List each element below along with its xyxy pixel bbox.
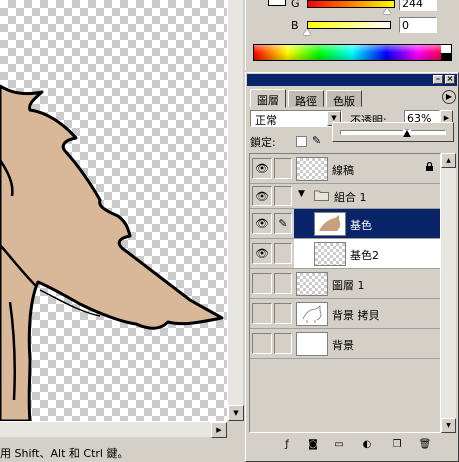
fox-thumbnail-icon	[319, 215, 341, 231]
minimize-icon[interactable]: –	[433, 75, 443, 84]
adjustment-layer-icon[interactable]: ◐	[360, 438, 374, 452]
trash-icon[interactable]: 🗑	[418, 438, 432, 452]
lock-transparency-checkbox[interactable]	[296, 136, 307, 147]
scroll-up-button[interactable]: ▲	[441, 153, 456, 168]
group-name: 組合 1	[334, 191, 367, 204]
blue-channel-bar[interactable]	[307, 21, 391, 29]
brush-icon[interactable]: ✎	[274, 213, 292, 234]
layer-style-icon[interactable]: ƒ	[280, 438, 294, 452]
opacity-slider-track[interactable]	[340, 130, 446, 135]
color-row-b: B 0	[246, 17, 459, 35]
lock-icon	[426, 162, 433, 171]
eye-cell-hidden[interactable]	[252, 273, 272, 294]
link-cell[interactable]	[274, 186, 292, 206]
layer-thumbnail	[314, 242, 346, 266]
layer-list: 👁 線稿 👁 ▼ 組合 1 👁 ✎ 基色 👁 基色2 圖層 1 背景 拷貝 背景	[249, 153, 441, 433]
layer-row-lineart[interactable]: 👁 線稿	[250, 154, 440, 184]
tab-channels[interactable]: 色版	[326, 90, 362, 108]
layer-thumbnail	[296, 157, 328, 181]
status-bar: 用 Shift、Alt 和 Ctrl 鍵。	[0, 442, 243, 462]
status-text: 用 Shift、Alt 和 Ctrl 鍵。	[0, 447, 129, 460]
blend-mode-select[interactable]: 正常 ▼	[250, 110, 342, 127]
opacity-slider-thumb[interactable]	[402, 129, 411, 137]
blend-mode-value: 正常	[255, 114, 277, 127]
scroll-right-button[interactable]: ▶	[211, 422, 227, 438]
color-spectrum-bar[interactable]	[253, 44, 452, 61]
layer-row-layer1[interactable]: 圖層 1	[250, 269, 440, 299]
color-row-g: G 244	[246, 0, 459, 14]
layer-thumbnail	[296, 302, 328, 326]
layer-name: 圖層 1	[332, 279, 365, 292]
layer-name: 基色2	[350, 249, 379, 262]
foreground-swatch[interactable]	[268, 0, 286, 6]
layer-row-background[interactable]: 背景	[250, 329, 440, 359]
color-panel: G 244 B 0	[245, 0, 459, 70]
close-icon[interactable]: ×	[445, 75, 455, 84]
new-layer-icon[interactable]: ❐	[390, 438, 404, 452]
channel-letter-b: B	[291, 19, 299, 32]
eye-cell-hidden[interactable]	[252, 333, 272, 354]
channel-letter-g: G	[291, 0, 300, 10]
layer-thumbnail	[296, 332, 328, 356]
scroll-down-button[interactable]: ▼	[228, 405, 244, 421]
layer-name: 線稿	[332, 164, 354, 177]
scrollbar-corner	[227, 421, 243, 437]
link-cell[interactable]	[274, 243, 292, 264]
lock-brush-icon[interactable]: ✎	[312, 134, 321, 147]
sketch-thumbnail-icon	[302, 305, 322, 323]
link-cell[interactable]	[274, 273, 292, 294]
expand-triangle-icon[interactable]: ▼	[298, 189, 305, 199]
layer-name: 背景 拷貝	[332, 309, 380, 322]
palette-menu-button[interactable]: ▶	[442, 90, 456, 104]
green-channel-bar[interactable]	[307, 0, 395, 8]
tab-layers[interactable]: 圖層	[250, 89, 286, 108]
folder-icon	[314, 190, 329, 201]
new-group-icon[interactable]: ▭	[332, 438, 346, 452]
eye-icon[interactable]: 👁	[252, 213, 272, 234]
layer-row-basecolor2[interactable]: 👁 基色2	[250, 239, 440, 269]
blue-value-input[interactable]: 0	[399, 17, 437, 33]
link-cell[interactable]	[274, 303, 292, 324]
eye-icon[interactable]: 👁	[252, 158, 272, 179]
canvas-vertical-scrollbar[interactable]: ▼	[227, 0, 244, 421]
opacity-slider-popup	[332, 122, 454, 142]
layer-list-scrollbar[interactable]: ▲ ▼	[441, 153, 456, 433]
link-cell[interactable]	[274, 333, 292, 354]
eye-icon[interactable]: 👁	[252, 243, 272, 264]
eye-icon[interactable]: 👁	[252, 186, 272, 206]
lock-label: 鎖定:	[250, 136, 276, 149]
document-canvas[interactable]	[0, 0, 227, 421]
blue-channel-slider[interactable]	[303, 29, 311, 35]
layer-row-background-copy[interactable]: 背景 拷貝	[250, 299, 440, 329]
green-value-input[interactable]: 244	[399, 0, 437, 11]
canvas-horizontal-scrollbar[interactable]: ▶	[0, 421, 227, 438]
layer-row-group1[interactable]: 👁 ▼ 組合 1	[250, 184, 440, 209]
layers-palette: – × 圖層 路徑 色版 ▶ 正常 ▼ 不透明: 63% ▶ 鎖定: ✎ 👁 線…	[245, 72, 459, 462]
artwork-fur-drawing	[0, 84, 224, 421]
layer-thumbnail	[314, 212, 346, 236]
green-channel-slider[interactable]	[383, 8, 391, 14]
layer-row-basecolor[interactable]: 👁 ✎ 基色	[250, 209, 440, 239]
link-cell[interactable]	[274, 158, 292, 179]
layer-name: 背景	[332, 339, 354, 352]
scroll-down-button[interactable]: ▼	[441, 418, 456, 433]
layer-actions-bar: ƒ ◙ ▭ ◐ ❐ 🗑	[250, 435, 456, 457]
layer-thumbnail	[296, 272, 328, 296]
layer-name: 基色	[350, 219, 372, 232]
tab-paths[interactable]: 路徑	[288, 90, 324, 108]
palette-tabs: 圖層 路徑 色版	[250, 89, 456, 108]
eye-cell-hidden[interactable]	[252, 303, 272, 324]
mask-icon[interactable]: ◙	[306, 438, 320, 452]
palette-title-bar[interactable]: – ×	[247, 74, 457, 86]
